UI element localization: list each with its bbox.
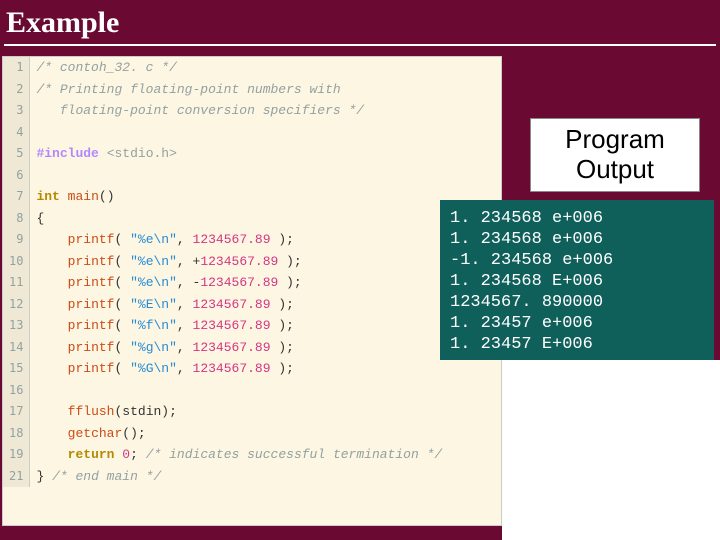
code-line: 1/* contoh_32. c */ bbox=[3, 57, 501, 79]
code-content: printf( "%e\n", +1234567.89 ); bbox=[30, 251, 501, 273]
code-content: printf( "%e\n", -1234567.89 ); bbox=[30, 272, 501, 294]
line-number: 13 bbox=[3, 315, 30, 337]
code-content: } /* end main */ bbox=[30, 466, 501, 488]
output-title-text: Program Output bbox=[531, 125, 699, 185]
line-number: 8 bbox=[3, 208, 30, 230]
code-content: printf( "%e\n", 1234567.89 ); bbox=[30, 229, 501, 251]
line-number: 7 bbox=[3, 186, 30, 208]
code-content: fflush(stdin); bbox=[30, 401, 501, 423]
code-content: { bbox=[30, 208, 501, 230]
line-number: 14 bbox=[3, 337, 30, 359]
code-line: 3 floating-point conversion specifiers *… bbox=[3, 100, 501, 122]
code-table: 1/* contoh_32. c */2/* Printing floating… bbox=[3, 57, 501, 487]
code-content: printf( "%G\n", 1234567.89 ); bbox=[30, 358, 501, 380]
code-content: printf( "%g\n", 1234567.89 ); bbox=[30, 337, 501, 359]
line-number: 11 bbox=[3, 272, 30, 294]
code-content bbox=[30, 122, 501, 144]
line-number: 16 bbox=[3, 380, 30, 402]
line-number: 19 bbox=[3, 444, 30, 466]
program-output: 1. 234568 e+006 1. 234568 e+006 -1. 2345… bbox=[440, 200, 714, 360]
line-number: 2 bbox=[3, 79, 30, 101]
line-number: 5 bbox=[3, 143, 30, 165]
code-content: #include <stdio.h> bbox=[30, 143, 501, 165]
line-number: 10 bbox=[3, 251, 30, 273]
code-line: 9 printf( "%e\n", 1234567.89 ); bbox=[3, 229, 501, 251]
code-line: 14 printf( "%g\n", 1234567.89 ); bbox=[3, 337, 501, 359]
code-content: return 0; /* indicates successful termin… bbox=[30, 444, 501, 466]
bottom-white-area bbox=[502, 360, 720, 540]
code-line: 8{ bbox=[3, 208, 501, 230]
line-number: 4 bbox=[3, 122, 30, 144]
slide-title: Example bbox=[0, 0, 720, 44]
code-line: 6 bbox=[3, 165, 501, 187]
line-number: 9 bbox=[3, 229, 30, 251]
title-underline bbox=[4, 44, 716, 46]
code-line: 2/* Printing floating-point numbers with bbox=[3, 79, 501, 101]
code-line: 21} /* end main */ bbox=[3, 466, 501, 488]
code-listing: 1/* contoh_32. c */2/* Printing floating… bbox=[2, 56, 502, 526]
code-line: 7int main() bbox=[3, 186, 501, 208]
line-number: 18 bbox=[3, 423, 30, 445]
code-line: 16 bbox=[3, 380, 501, 402]
code-line: 4 bbox=[3, 122, 501, 144]
code-line: 5#include <stdio.h> bbox=[3, 143, 501, 165]
code-content: int main() bbox=[30, 186, 501, 208]
code-content: getchar(); bbox=[30, 423, 501, 445]
code-content: /* contoh_32. c */ bbox=[30, 57, 501, 79]
line-number: 3 bbox=[3, 100, 30, 122]
code-line: 19 return 0; /* indicates successful ter… bbox=[3, 444, 501, 466]
code-line: 15 printf( "%G\n", 1234567.89 ); bbox=[3, 358, 501, 380]
code-content: printf( "%f\n", 1234567.89 ); bbox=[30, 315, 501, 337]
code-line: 18 getchar(); bbox=[3, 423, 501, 445]
code-line: 13 printf( "%f\n", 1234567.89 ); bbox=[3, 315, 501, 337]
code-line: 12 printf( "%E\n", 1234567.89 ); bbox=[3, 294, 501, 316]
code-line: 11 printf( "%e\n", -1234567.89 ); bbox=[3, 272, 501, 294]
code-content: /* Printing floating-point numbers with bbox=[30, 79, 501, 101]
code-content: floating-point conversion specifiers */ bbox=[30, 100, 501, 122]
code-content bbox=[30, 165, 501, 187]
code-line: 10 printf( "%e\n", +1234567.89 ); bbox=[3, 251, 501, 273]
line-number: 15 bbox=[3, 358, 30, 380]
output-title-box: Program Output bbox=[530, 118, 700, 192]
line-number: 12 bbox=[3, 294, 30, 316]
line-number: 1 bbox=[3, 57, 30, 79]
line-number: 17 bbox=[3, 401, 30, 423]
line-number: 21 bbox=[3, 466, 30, 488]
code-content bbox=[30, 380, 501, 402]
code-line: 17 fflush(stdin); bbox=[3, 401, 501, 423]
code-content: printf( "%E\n", 1234567.89 ); bbox=[30, 294, 501, 316]
line-number: 6 bbox=[3, 165, 30, 187]
